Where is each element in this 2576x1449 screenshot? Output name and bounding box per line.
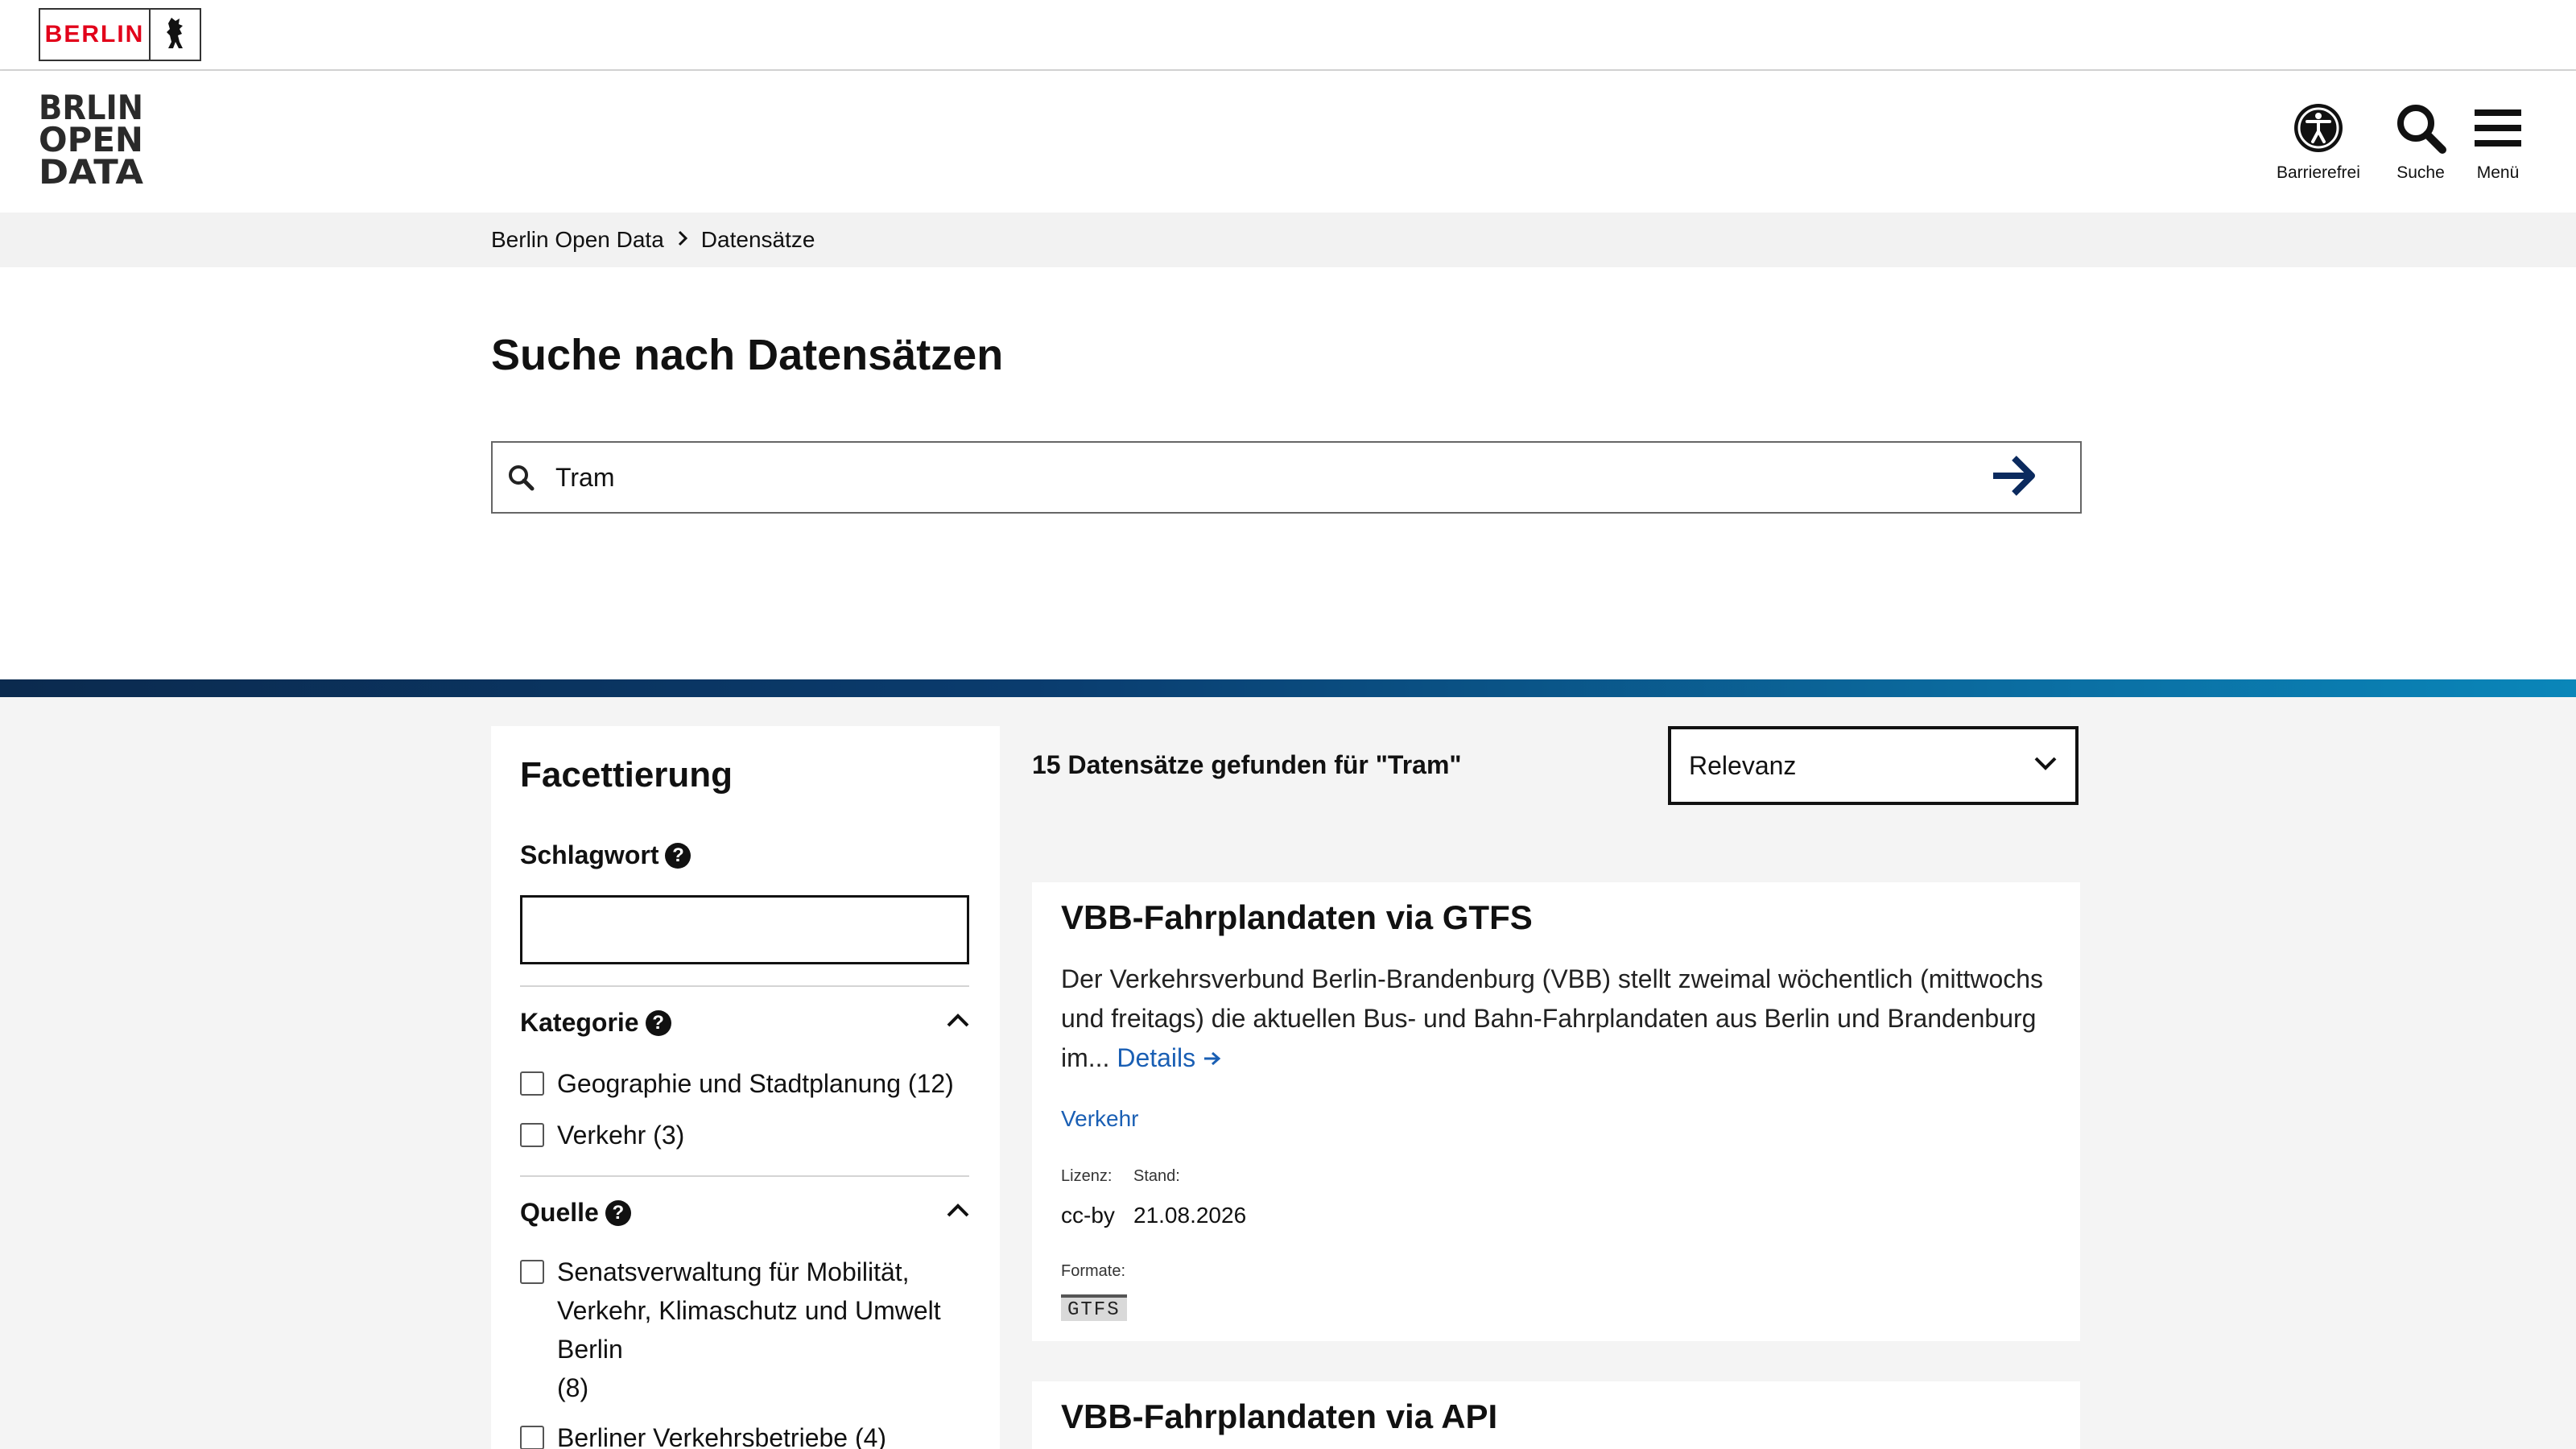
format-badge: GTFS	[1061, 1294, 1127, 1321]
source-collapse-toggle[interactable]	[942, 1199, 974, 1224]
source-option-name: Senatsverwaltung für Mobilität, Verkehr,…	[557, 1257, 941, 1364]
source-option-label: Berliner Verkehrsbetriebe (4)	[557, 1423, 887, 1449]
accessibility-icon	[2292, 101, 2345, 159]
search-input-icon	[507, 464, 535, 495]
page-title: Suche nach Datensätzen	[491, 331, 1004, 379]
arrow-right-icon	[1990, 454, 2038, 502]
help-icon[interactable]: ?	[605, 1199, 631, 1226]
svg-text:DATA: DATA	[39, 152, 144, 185]
license-value: cc-by	[1061, 1203, 1115, 1228]
source-option-senatsverwaltung[interactable]: Senatsverwaltung für Mobilität, Verkehr,…	[520, 1253, 971, 1407]
category-facet-header: Kategorie ?	[520, 1008, 671, 1038]
chevron-down-icon	[2033, 756, 2058, 776]
header-search-label: Suche	[2396, 163, 2445, 182]
sort-select[interactable]: Relevanz	[1668, 726, 2079, 805]
berlin-open-data-logo[interactable]: BRLIN OPEN DATA	[39, 88, 147, 192]
accessibility-label: Barrierefrei	[2277, 163, 2360, 182]
category-option-label: Verkehr (3)	[557, 1121, 685, 1150]
help-icon[interactable]: ?	[645, 1009, 671, 1036]
berlin-logo-text: BERLIN	[44, 21, 145, 47]
berlin-logo[interactable]: BERLIN	[39, 8, 201, 61]
checkbox[interactable]	[520, 1071, 544, 1096]
chevron-right-icon	[677, 227, 688, 253]
top-bar	[0, 0, 2576, 71]
category-option-verkehr[interactable]: Verkehr (3)	[520, 1116, 684, 1154]
details-link-label: Details	[1117, 1043, 1196, 1072]
source-option-label: Senatsverwaltung für Mobilität, Verkehr,…	[557, 1253, 971, 1407]
tag-facet-label: Schlagwort	[520, 840, 659, 869]
details-link[interactable]: Details	[1117, 1043, 1222, 1072]
category-collapse-toggle[interactable]	[942, 1009, 974, 1034]
breadcrumb-item-datasets[interactable]: Datensätze	[701, 227, 815, 253]
checkbox[interactable]	[520, 1123, 544, 1147]
hamburger-menu-icon	[2473, 101, 2523, 159]
help-icon[interactable]: ?	[665, 842, 691, 869]
arrow-right-icon	[1203, 1043, 1222, 1072]
facet-divider	[520, 1175, 969, 1177]
breadcrumb-item-home[interactable]: Berlin Open Data	[491, 227, 664, 253]
checkbox[interactable]	[520, 1426, 544, 1449]
date-value: 21.08.2026	[1133, 1203, 1247, 1228]
result-card	[1032, 882, 2080, 1341]
formats-label: Formate:	[1061, 1262, 1126, 1280]
result-title[interactable]: VBB-Fahrplandaten via GTFS	[1061, 898, 1533, 937]
breadcrumb-bar	[0, 213, 2576, 267]
source-option-count: (8)	[557, 1373, 589, 1402]
checkbox[interactable]	[520, 1260, 544, 1284]
breadcrumb: Berlin Open Data Datensätze	[491, 224, 815, 256]
category-option-geographie[interactable]: Geographie und Stadtplanung (12)	[520, 1064, 954, 1103]
license-label: Lizenz:	[1061, 1167, 1113, 1185]
source-facet-header: Quelle ?	[520, 1198, 631, 1228]
menu-button[interactable]: Menü	[2473, 101, 2523, 183]
tag-facet-header: Schlagwort ?	[520, 840, 691, 870]
search-submit-button[interactable]	[1982, 451, 2046, 504]
date-label: Stand:	[1133, 1167, 1180, 1185]
menu-label: Menü	[2476, 163, 2520, 182]
source-option-bvg[interactable]: Berliner Verkehrsbetriebe (4)	[520, 1418, 886, 1449]
tag-filter-input[interactable]	[520, 895, 969, 964]
category-facet-label: Kategorie	[520, 1008, 639, 1037]
source-facet-label: Quelle	[520, 1198, 599, 1227]
accessibility-button[interactable]: Barrierefrei	[2277, 101, 2360, 183]
facets-heading: Facettierung	[520, 755, 733, 795]
sort-selected-value: Relevanz	[1689, 750, 1797, 780]
result-category-link[interactable]: Verkehr	[1061, 1106, 1139, 1132]
result-title[interactable]: VBB-Fahrplandaten via API	[1061, 1397, 1497, 1436]
search-icon	[2394, 101, 2447, 159]
search-input[interactable]	[555, 451, 1924, 504]
facet-divider	[520, 985, 969, 987]
category-option-label: Geographie und Stadtplanung (12)	[557, 1069, 954, 1098]
result-count: 15 Datensätze gefunden für "Tram"	[1032, 750, 1462, 779]
chevron-up-icon	[946, 1012, 970, 1032]
chevron-up-icon	[946, 1202, 970, 1222]
berlin-bear-icon	[149, 10, 200, 60]
gradient-divider	[0, 679, 2576, 697]
header-search-button[interactable]: Suche	[2394, 101, 2447, 183]
result-description: Der Verkehrsverbund Berlin-Brandenburg (…	[1061, 960, 2059, 1078]
site-header	[0, 71, 2576, 213]
